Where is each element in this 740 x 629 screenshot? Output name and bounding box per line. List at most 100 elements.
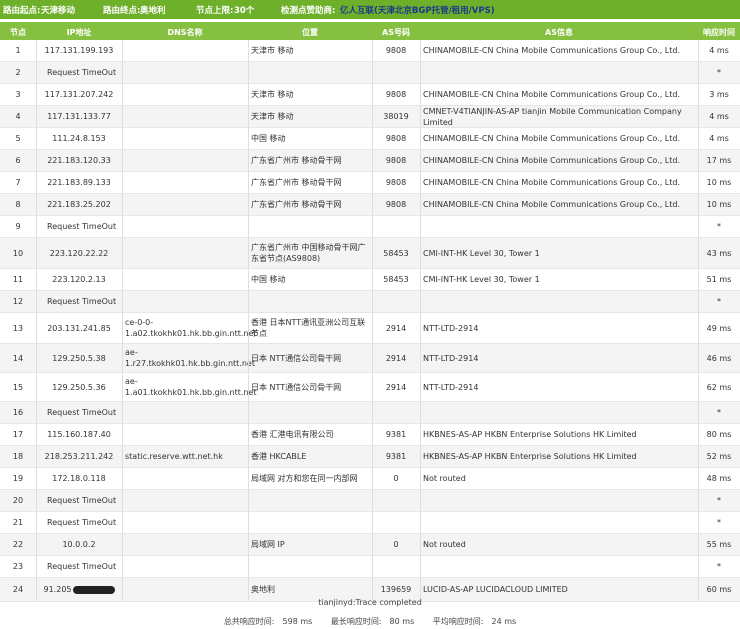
column-divider: [372, 534, 373, 555]
asinfo-cell: CHINAMOBILE-CN China Mobile Communicatio…: [423, 156, 681, 165]
route-header-bar: 路由起点: 天津移动 路由终点: 奥地利 节点上限: 30个 检测点赞助商: 亿…: [0, 0, 740, 19]
column-divider: [372, 291, 373, 312]
ip-cell: Request TimeOut: [47, 297, 117, 306]
dns-cell: ae-1.r27.tkokhk01.hk.bb.gin.ntt.net: [125, 348, 255, 368]
dns-cell: static.reserve.wtt.net.hk: [125, 452, 223, 461]
column-divider: [36, 172, 37, 193]
column-divider: [698, 62, 699, 83]
column-divider: [420, 446, 421, 467]
column-divider: [248, 490, 249, 511]
col-time-header: 响应时间: [703, 28, 735, 37]
table-row: 22 10.0.0.2 局域网 IP 0 Not routed 55 ms: [0, 534, 740, 556]
column-divider: [248, 402, 249, 423]
dns-cell: [122, 556, 248, 577]
column-divider: [698, 172, 699, 193]
column-divider: [372, 512, 373, 533]
dns-cell: [122, 172, 248, 193]
dns-cell: [122, 490, 248, 511]
column-divider: [420, 402, 421, 423]
table-row: 3 117.131.207.242 天津市 移动 9808 CHINAMOBILE-CN…: [0, 84, 740, 106]
column-divider: [248, 344, 249, 372]
location-cell: [248, 62, 372, 83]
redaction-mark: [72, 585, 115, 594]
location-cell: 香港 日本NTT通讯亚洲公司互联节点: [251, 318, 366, 338]
asinfo-cell: HKBNES-AS-AP HKBN Enterprise Solutions H…: [423, 452, 637, 461]
ip-cell: 117.131.207.242: [44, 90, 114, 99]
asn-cell: 0: [393, 540, 399, 549]
asn-cell: 9808: [385, 90, 407, 99]
location-cell: 天津市 移动: [251, 46, 294, 55]
dns-cell: [122, 194, 248, 215]
hop-cell: 20: [12, 496, 24, 505]
hop-cell: 13: [12, 323, 24, 333]
column-divider: [698, 216, 699, 237]
col-ip-header: IP地址: [66, 28, 92, 37]
col-dns-header: DNS名称: [167, 28, 203, 37]
column-divider: [248, 128, 249, 149]
asinfo-cell: [420, 216, 698, 237]
column-divider: [698, 84, 699, 105]
column-divider: [122, 446, 123, 467]
ip-cell: 129.250.5.38: [52, 353, 106, 363]
dns-cell: ce-0-0-1.a02.tkokhk01.hk.bb.gin.ntt.net: [125, 318, 257, 338]
column-divider: [248, 62, 249, 83]
asn-cell: 0: [393, 474, 399, 483]
column-divider: [698, 468, 699, 489]
location-cell: [248, 291, 372, 312]
avg-time-label: 平均响应时间:: [432, 617, 484, 626]
column-divider: [420, 128, 421, 149]
table-row: 10 223.120.22.22 广东省广州市 中国移动骨干网广东省节点(AS980…: [0, 238, 740, 269]
column-divider: [248, 269, 249, 290]
asinfo-cell: CHINAMOBILE-CN China Mobile Communicatio…: [423, 200, 681, 209]
table-row: 12 Request TimeOut *: [0, 291, 740, 313]
location-cell: [248, 216, 372, 237]
time-cell: *: [717, 408, 721, 417]
column-divider: [36, 291, 37, 312]
sponsor-desc-link[interactable]: (天津北京BGP托管/租用/VPS): [374, 4, 495, 16]
hop-cell: 10: [12, 248, 24, 258]
asinfo-cell: HKBNES-AS-AP HKBN Enterprise Solutions H…: [423, 430, 637, 439]
location-cell: [248, 490, 372, 511]
col-asn-header: AS号码: [382, 28, 410, 37]
hop-cell: 8: [15, 200, 21, 209]
column-divider: [420, 534, 421, 555]
time-cell: 55 ms: [706, 540, 732, 549]
column-divider: [122, 534, 123, 555]
hop-cell: 7: [15, 178, 21, 187]
sponsor-link[interactable]: 亿人互联: [340, 4, 374, 16]
column-divider: [36, 106, 37, 127]
column-divider: [36, 128, 37, 149]
hop-cell: 4: [15, 112, 21, 121]
table-row: 17 115.160.187.40 香港 汇港电讯有限公司 9381 HKBNES-AS…: [0, 424, 740, 446]
column-divider: [122, 62, 123, 83]
column-divider: [698, 150, 699, 171]
column-divider: [36, 216, 37, 237]
table-header: 节点 IP地址 DNS名称 位置 AS号码 AS信息 响应时间: [0, 22, 740, 40]
column-divider: [36, 490, 37, 511]
column-divider: [420, 106, 421, 127]
asn-cell: 2914: [385, 323, 407, 333]
hop-cell: 19: [12, 474, 24, 483]
asn-cell: 9381: [385, 430, 407, 439]
avg-time-value: 24 ms: [491, 617, 517, 626]
table-row: 13 203.131.241.85 ce-0-0-1.a02.tkokhk01.hk…: [0, 313, 740, 344]
column-divider: [372, 490, 373, 511]
asinfo-cell: [420, 556, 698, 577]
column-divider: [698, 556, 699, 577]
column-divider: [36, 269, 37, 290]
hop-cell: 2: [15, 68, 21, 77]
column-divider: [698, 106, 699, 127]
ip-cell: 218.253.211.242: [44, 452, 114, 461]
location-cell: 局域网 IP: [251, 540, 285, 549]
asinfo-cell: [420, 402, 698, 423]
column-divider: [36, 344, 37, 372]
asinfo-cell: NTT-LTD-2914: [423, 353, 479, 363]
dns-cell: [122, 216, 248, 237]
column-divider: [698, 313, 699, 343]
column-divider: [36, 150, 37, 171]
dns-cell: [122, 269, 248, 290]
asn-cell: [372, 512, 420, 533]
asinfo-cell: [420, 62, 698, 83]
column-divider: [248, 556, 249, 577]
column-divider: [248, 424, 249, 445]
